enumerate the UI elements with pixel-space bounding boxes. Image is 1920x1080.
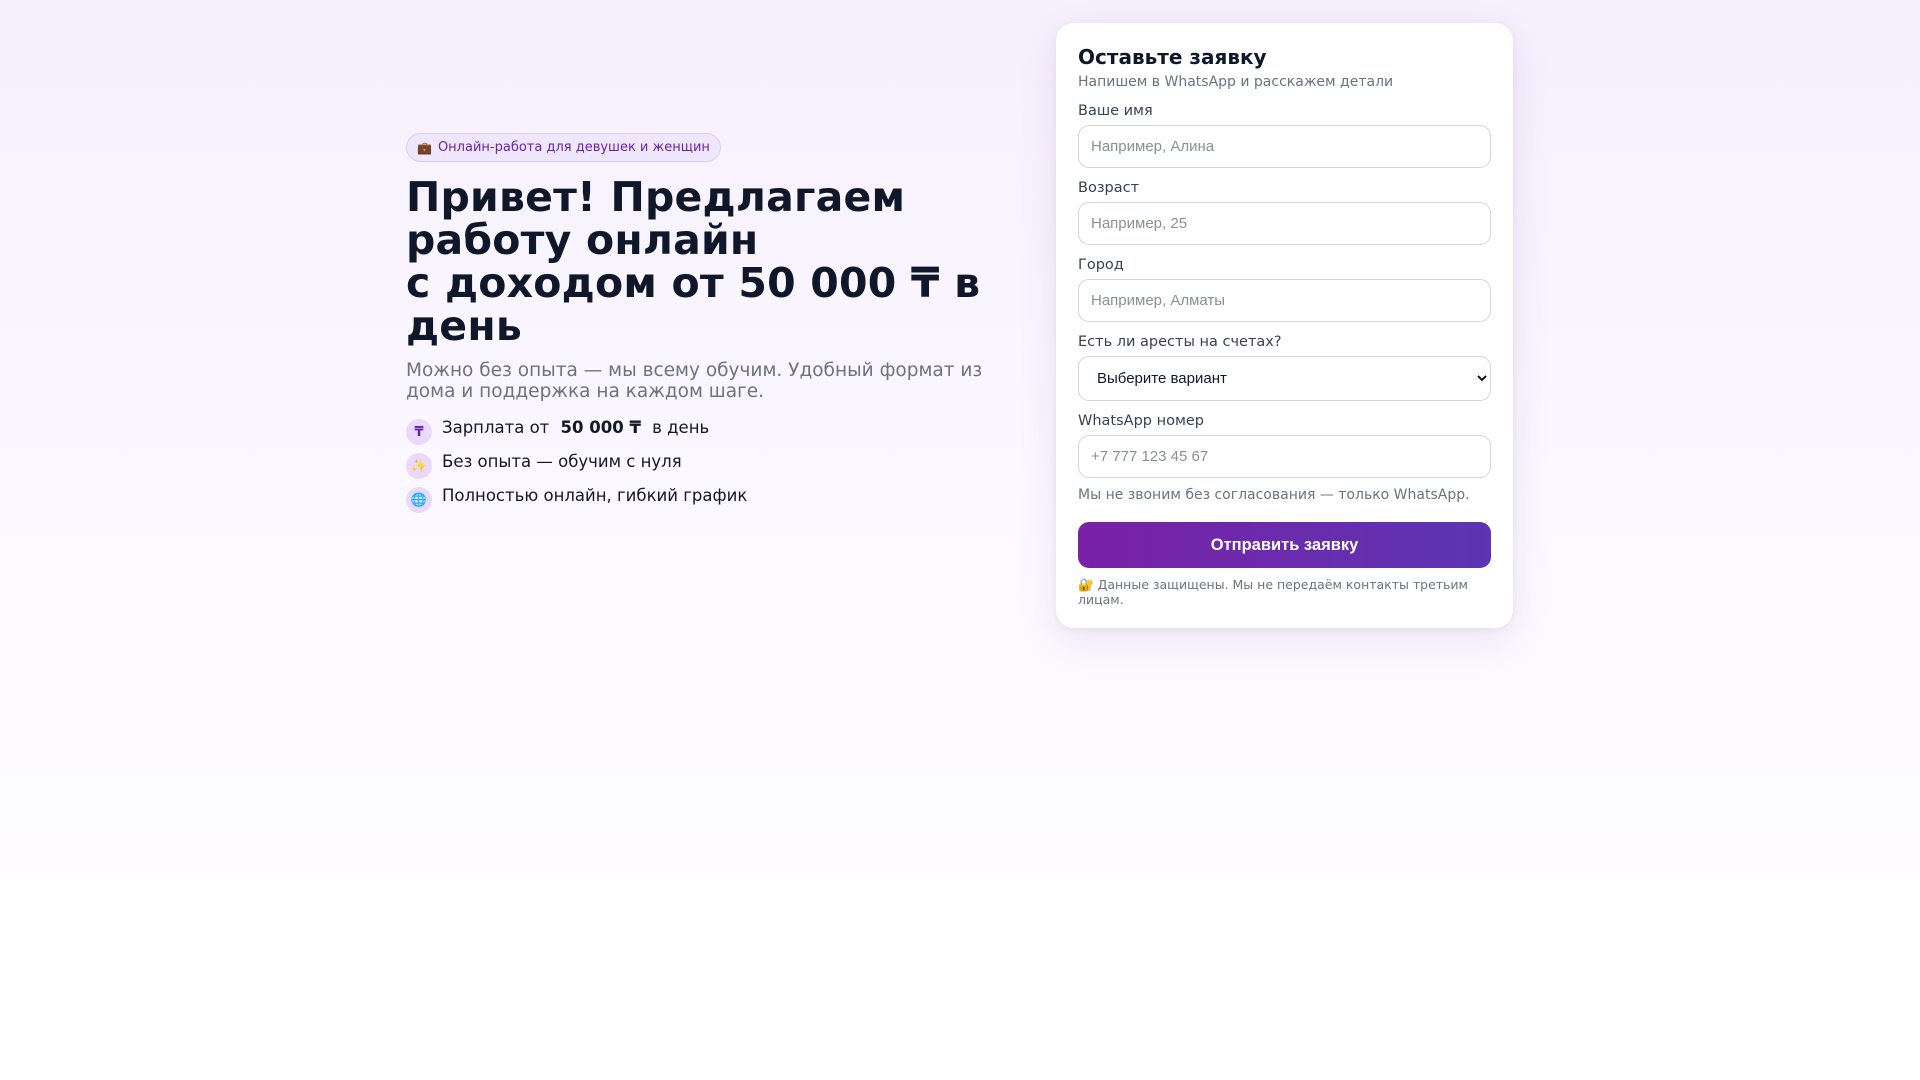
tenge-icon: ₸ — [406, 419, 432, 445]
submit-button[interactable]: Отправить заявку — [1078, 522, 1491, 568]
age-input[interactable] — [1078, 202, 1491, 245]
globe-icon: 🌐 — [406, 487, 432, 513]
arrests-field-group: Есть ли аресты на счетах? Выберите вариа… — [1078, 333, 1491, 401]
name-input[interactable] — [1078, 125, 1491, 168]
name-field-group: Ваше имя — [1078, 102, 1491, 168]
sparkles-icon: ✨ — [406, 453, 432, 479]
age-field-group: Возраст — [1078, 179, 1491, 245]
feature-text-after: в день — [652, 418, 710, 437]
arrests-select[interactable]: Выберите вариант — [1078, 356, 1491, 401]
form-subtitle: Напишем в WhatsApp и расскажем детали — [1078, 74, 1394, 90]
hero-title: Привет! Предлагаем работу онлайн с доход… — [406, 176, 1026, 348]
feature-item-salary: ₸ Зарплата от 50 000 ₸ в день — [406, 416, 1026, 450]
briefcase-icon: 💼 — [417, 140, 432, 155]
feature-salary-amount: 50 000 ₸ — [560, 418, 641, 437]
hero-section: 💼 Онлайн-работа для девушек и женщин При… — [406, 133, 1026, 518]
hero-subtitle: Можно без опыта — мы всему обучим. Удобн… — [406, 360, 983, 402]
hero-title-line: Привет! Предлагаем — [406, 173, 906, 221]
feature-text: Зарплата от 50 000 ₸ в день — [442, 416, 709, 437]
whatsapp-label: WhatsApp номер — [1078, 413, 1205, 429]
whatsapp-field-group: WhatsApp номер Мы не звоним без согласов… — [1078, 412, 1491, 504]
application-form: Оставьте заявку Напишем в WhatsApp и рас… — [1056, 23, 1513, 628]
feature-item-no-experience: ✨ Без опыта — обучим с нуля — [406, 450, 1026, 484]
name-label: Ваше имя — [1078, 103, 1153, 119]
hero-title-line: работу онлайн — [406, 216, 759, 264]
feature-list: ₸ Зарплата от 50 000 ₸ в день ✨ Без опыт… — [406, 416, 1026, 518]
feature-item-online: 🌐 Полностью онлайн, гибкий график — [406, 484, 1026, 518]
privacy-note: 🔐 Данные защищены. Мы не передаём контак… — [1078, 577, 1491, 607]
badge-label: Онлайн-работа для девушек и женщин — [437, 140, 710, 155]
hero-title-line: с доходом от 50 000 ₸ в — [406, 259, 981, 307]
city-input[interactable] — [1078, 279, 1491, 322]
age-label: Возраст — [1078, 180, 1140, 196]
feature-text: Полностью онлайн, гибкий график — [442, 486, 748, 505]
whatsapp-hint: Мы не звоним без согласования — только W… — [1078, 487, 1470, 503]
hero-title-line: день — [406, 302, 522, 350]
category-badge: 💼 Онлайн-работа для девушек и женщин — [406, 133, 721, 162]
feature-text: Без опыта — обучим с нуля — [442, 452, 682, 471]
feature-text-before: Зарплата от — [442, 418, 550, 437]
whatsapp-input[interactable] — [1078, 435, 1491, 478]
form-title: Оставьте заявку — [1078, 45, 1267, 69]
privacy-text: Данные защищены. Мы не передаём контакты… — [1078, 577, 1468, 607]
arrests-label: Есть ли аресты на счетах? — [1078, 334, 1282, 350]
lock-icon: 🔐 — [1078, 577, 1094, 592]
city-label: Город — [1078, 257, 1124, 273]
city-field-group: Город — [1078, 256, 1491, 322]
